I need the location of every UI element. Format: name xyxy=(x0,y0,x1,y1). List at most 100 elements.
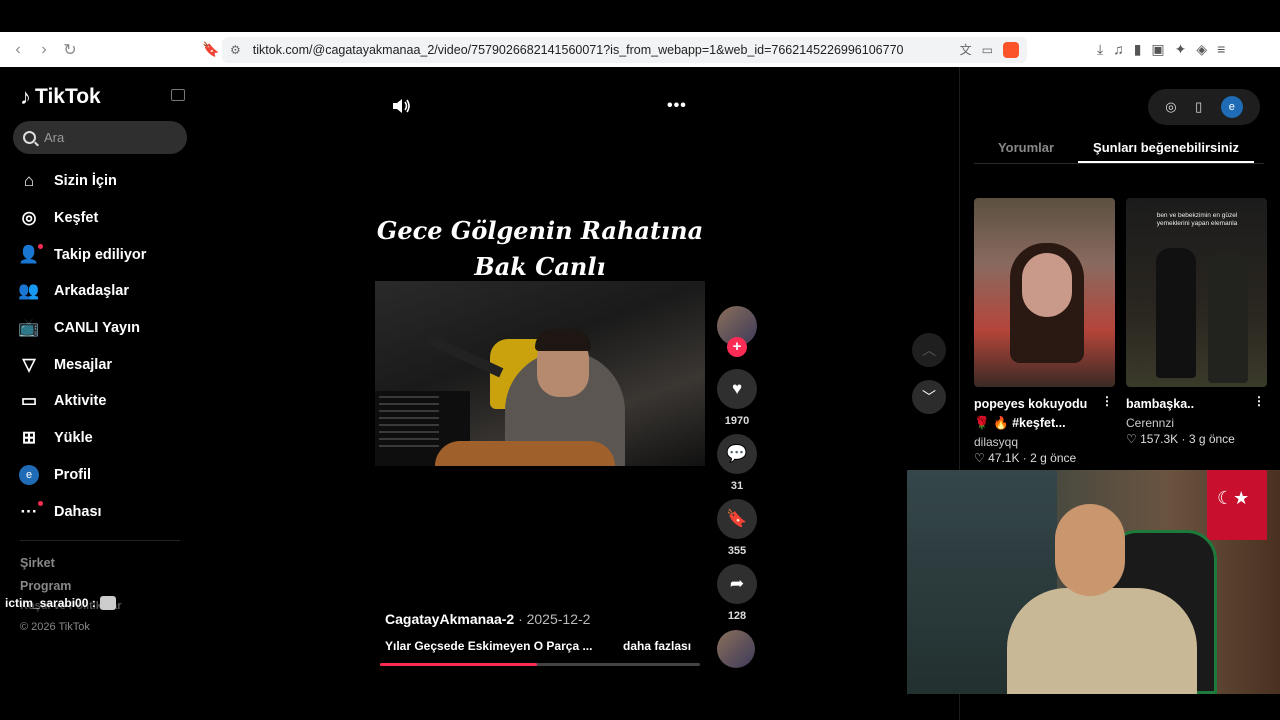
footer-program-link[interactable]: Program xyxy=(20,579,71,593)
footer-company-link[interactable]: Şirket xyxy=(20,556,55,570)
see-more-link[interactable]: daha fazlası xyxy=(623,639,691,653)
leo-icon[interactable]: ✦ xyxy=(1175,41,1187,58)
guitar xyxy=(435,441,615,466)
card-title[interactable]: bambaşka.. xyxy=(1126,395,1254,414)
volume-icon[interactable] xyxy=(393,99,411,113)
sidebar-item-label: Arkadaşlar xyxy=(54,283,129,300)
cat-emote-icon xyxy=(99,596,116,610)
thumb-face xyxy=(1022,253,1072,317)
sidebar-item-canli[interactable]: 📺 CANLI Yayın xyxy=(18,310,198,347)
suggestion-card[interactable]: popeyes kokuyodu 🌹 🔥 #keşfet... ⋮ dilasy… xyxy=(974,198,1115,465)
card-meta: ♡ 47.1K · 2 g önce xyxy=(974,451,1077,465)
tiktok-logo[interactable]: ♪ TikTok xyxy=(20,84,101,110)
download-icon[interactable]: ⤓ xyxy=(1097,41,1103,58)
share-button[interactable]: ➦ xyxy=(717,564,757,604)
card-username[interactable]: Cerennzi xyxy=(1126,416,1267,430)
music-icon[interactable]: ♫ xyxy=(1113,41,1124,58)
thumb-figure xyxy=(1208,253,1248,383)
card-username[interactable]: dilasyqq xyxy=(974,435,1115,449)
post-date: · 2025-12-2 xyxy=(518,611,591,627)
card-more-icon[interactable]: ⋮ xyxy=(1253,394,1265,408)
device-icon[interactable]: ▯ xyxy=(1195,99,1202,115)
bookmark-icon[interactable]: 🔖 xyxy=(200,41,222,58)
sidebar-item-kesfet[interactable]: ◎ Keşfet xyxy=(18,200,198,237)
search-input[interactable] xyxy=(44,130,164,145)
explore-icon[interactable]: ◎ xyxy=(1165,99,1176,115)
sidebar-item-label: Dahası xyxy=(54,503,102,520)
share-count: 128 xyxy=(727,610,747,622)
chevron-down-icon: ﹀ xyxy=(922,389,936,405)
menu-icon[interactable]: ≡ xyxy=(1217,41,1225,58)
header-actions-pill: ◎ ▯ e xyxy=(1148,89,1260,125)
sidebar-item-sizin-icin[interactable]: ⌂ Sizin İçin xyxy=(18,163,198,200)
video-frame[interactable] xyxy=(375,281,705,466)
site-settings-icon[interactable]: ⚙ xyxy=(230,43,241,57)
person-hair xyxy=(535,329,591,351)
previous-video-button[interactable]: ︿ xyxy=(912,333,946,367)
chevron-up-icon: ︿ xyxy=(922,342,936,358)
back-icon[interactable]: ‹ xyxy=(10,41,26,59)
search-box[interactable] xyxy=(13,121,187,154)
sidebar-item-dahasi[interactable]: ··· Dahası xyxy=(18,493,198,530)
activity-icon: ▭ xyxy=(20,391,38,411)
profile-avatar: e xyxy=(19,464,39,485)
sidebar-item-arkadaslar[interactable]: 👥 Arkadaşlar xyxy=(18,273,198,310)
cast-icon[interactable]: ▭ xyxy=(982,43,993,57)
follow-plus-icon[interactable]: + xyxy=(727,337,747,357)
save-button[interactable]: 🔖 xyxy=(717,499,757,539)
card-meta: ♡ 157.3K · 3 g önce xyxy=(1126,432,1235,446)
sidebar-item-label: Yükle xyxy=(54,430,93,447)
chat-text: ictim_sarabi00 : xyxy=(5,596,96,610)
webcam-person-head xyxy=(1055,504,1125,596)
upload-plus-icon: ⊞ xyxy=(21,428,37,448)
send-icon: ▽ xyxy=(22,354,36,374)
thumb-figure xyxy=(1156,248,1196,378)
vpn-icon[interactable]: ◈ xyxy=(1196,41,1207,58)
sidebar-toggle-icon[interactable]: ▮ xyxy=(1134,41,1142,58)
tiktok-note-icon: ♪ xyxy=(20,84,31,109)
sidebar-item-aktivite[interactable]: ▭ Aktivite xyxy=(18,383,198,420)
panel-tabs: Yorumlar Şunları beğenebilirsiniz xyxy=(974,135,1264,163)
video-more-icon[interactable]: ••• xyxy=(667,97,687,115)
brave-shield-icon[interactable] xyxy=(1003,41,1019,58)
sidebar-item-takip[interactable]: 👤 Takip ediliyor xyxy=(18,236,198,273)
comment-icon: 💬 xyxy=(726,444,748,463)
next-video-button[interactable]: ﹀ xyxy=(912,380,946,414)
tab-comments[interactable]: Yorumlar xyxy=(974,135,1078,163)
forward-icon[interactable]: › xyxy=(36,41,52,59)
card-title[interactable]: popeyes kokuyodu 🌹 🔥 #keşfet... xyxy=(974,395,1102,433)
progress-fill xyxy=(380,663,537,666)
comment-button[interactable]: 💬 xyxy=(717,434,757,474)
video-player[interactable]: ••• Gece Gölgenin Rahatına Bak Canlı Cag… xyxy=(375,67,705,667)
video-description: Yılar Geçsede Eskimeyen O Parça ... xyxy=(385,639,593,653)
wallet-icon[interactable]: ▣ xyxy=(1151,41,1164,58)
more-dots-icon: ··· xyxy=(18,500,43,523)
sidebar-item-mesajlar[interactable]: ▽ Mesajlar xyxy=(18,346,198,383)
sidebar-item-label: Sizin İçin xyxy=(54,173,117,190)
sidebar-item-profil[interactable]: e Profil xyxy=(18,457,198,494)
user-follow-icon: 👤 xyxy=(18,243,43,266)
music-disc-avatar[interactable] xyxy=(717,630,755,668)
suggestion-card[interactable]: ben ve bebekzimin en güzel yemeklerini y… xyxy=(1126,198,1267,446)
card-likes: 47.1K xyxy=(988,451,1020,465)
card-likes: 157.3K xyxy=(1140,432,1179,446)
card-thumbnail[interactable]: ben ve bebekzimin en güzel yemeklerini y… xyxy=(1126,198,1267,387)
tab-suggestions[interactable]: Şunları beğenebilirsiniz xyxy=(1078,135,1254,163)
friends-icon: 👥 xyxy=(18,281,40,301)
collapse-sidebar-icon[interactable] xyxy=(171,89,185,101)
video-progress-bar[interactable] xyxy=(380,663,700,666)
like-button[interactable]: ♥ xyxy=(717,369,757,409)
card-thumbnail[interactable] xyxy=(974,198,1115,387)
os-top-bar xyxy=(0,0,1280,32)
user-avatar[interactable]: e xyxy=(1220,96,1243,118)
address-bar[interactable]: ⚙ tiktok.com/@cagatayakmanaa_2/video/757… xyxy=(222,36,1027,63)
comment-count: 31 xyxy=(730,480,744,492)
reload-icon[interactable]: ↻ xyxy=(62,40,78,60)
translate-icon[interactable]: 文 xyxy=(960,41,972,58)
notification-dot xyxy=(38,243,43,249)
sidebar-item-yukle[interactable]: ⊞ Yükle xyxy=(18,420,198,457)
url-text[interactable]: tiktok.com/@cagatayakmanaa_2/video/75790… xyxy=(253,43,950,57)
card-more-icon[interactable]: ⋮ xyxy=(1101,394,1113,408)
author-name[interactable]: CagatayAkmanaa-2 xyxy=(385,611,514,627)
logo-text: TikTok xyxy=(35,85,101,108)
